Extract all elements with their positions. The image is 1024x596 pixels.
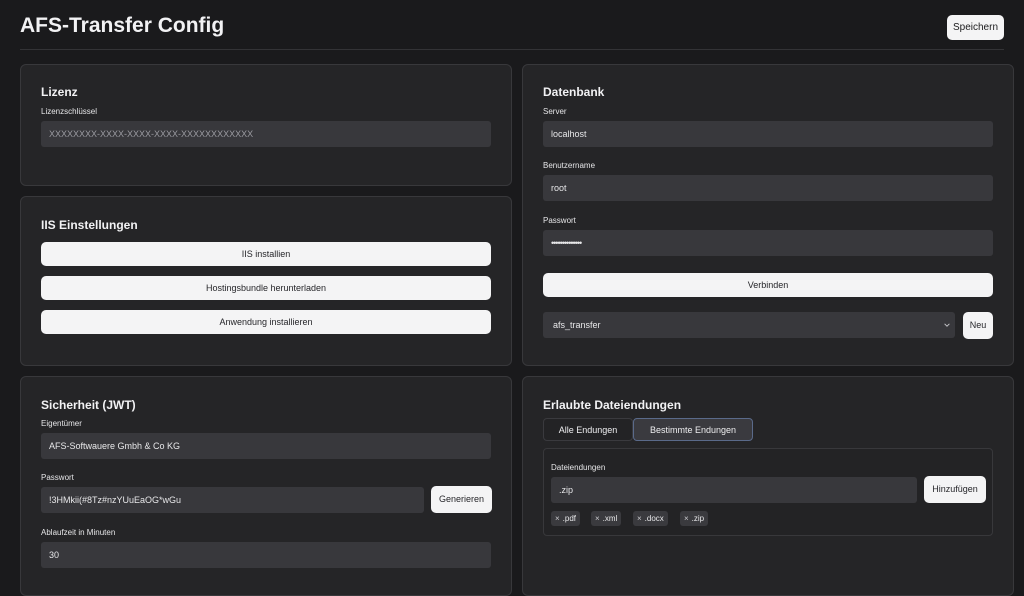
connect-button[interactable]: Verbinden [543,273,993,297]
server-input[interactable]: localhost [543,121,993,147]
license-key-label: Lizenzschlüssel [41,107,98,116]
page-title: AFS-Transfer Config [20,14,225,37]
jwt-card: Sicherheit (JWT) Eigentümer AFS-Softwaue… [20,376,512,596]
db-password-input[interactable]: •••••••••••••• [543,230,993,256]
license-key-input[interactable]: XXXXXXXX-XXXX-XXXX-XXXX-XXXXXXXXXXXX [41,121,491,147]
database-select[interactable]: afs_transfer [543,312,955,338]
license-title: Lizenz [41,85,78,99]
extension-tag: × .pdf [551,511,581,526]
database-card: Datenbank Server localhost Benutzername … [522,64,1014,366]
install-application-button[interactable]: Anwendung installieren [41,310,491,334]
new-database-button[interactable]: Neu [963,312,993,339]
extension-tag: × .zip [680,511,709,526]
expiry-input[interactable]: 30 [41,542,491,568]
iis-card: IIS Einstellungen IIS installien Hosting… [20,196,512,366]
generate-button[interactable]: Generieren [431,486,492,513]
jwt-password-label: Passwort [41,473,74,482]
jwt-title: Sicherheit (JWT) [41,398,136,412]
remove-tag-icon[interactable]: × [684,514,689,523]
extension-tag: × .xml [591,511,622,526]
remove-tag-icon[interactable]: × [637,514,642,523]
database-select-value: afs_transfer [553,320,601,330]
tab-all-extensions[interactable]: Alle Endungen [543,418,633,441]
tab-specific-extensions[interactable]: Bestimmte Endungen [633,418,753,441]
expiry-label: Ablaufzeit in Minuten [41,528,116,537]
db-password-label: Passwort [543,216,576,225]
extension-tag: × .docx [633,511,668,526]
owner-label: Eigentümer [41,419,82,428]
chevron-down-icon [944,323,950,327]
server-label: Server [543,107,567,116]
owner-input[interactable]: AFS-Softwauere Gmbh & Co KG [41,433,491,459]
extensions-title: Erlaubte Dateiendungen [543,398,682,412]
username-label: Benutzername [543,161,596,170]
extensions-field-label: Dateiendungen [551,463,606,472]
username-input[interactable]: root [543,175,993,201]
save-button[interactable]: Speichern [947,15,1004,40]
iis-title: IIS Einstellungen [41,218,138,232]
download-hosting-bundle-button[interactable]: Hostingsbundle herunterladen [41,276,491,300]
jwt-password-input[interactable]: !3HMkii(#8Tz#nzYUuEaOG*wGu [41,487,424,513]
add-extension-button[interactable]: Hinzufügen [924,476,986,503]
extension-input[interactable]: .zip [551,477,917,503]
remove-tag-icon[interactable]: × [555,514,560,523]
header: AFS-Transfer Config Speichern [20,0,1004,50]
license-card: Lizenz Lizenzschlüssel XXXXXXXX-XXXX-XXX… [20,64,512,186]
database-title: Datenbank [543,85,605,99]
install-iis-button[interactable]: IIS installien [41,242,491,266]
extensions-panel: Dateiendungen .zip Hinzufügen × .pdf × .xm… [543,448,993,536]
remove-tag-icon[interactable]: × [595,514,600,523]
extensions-card: Erlaubte Dateiendungen Alle Endungen Bes… [522,376,1014,596]
